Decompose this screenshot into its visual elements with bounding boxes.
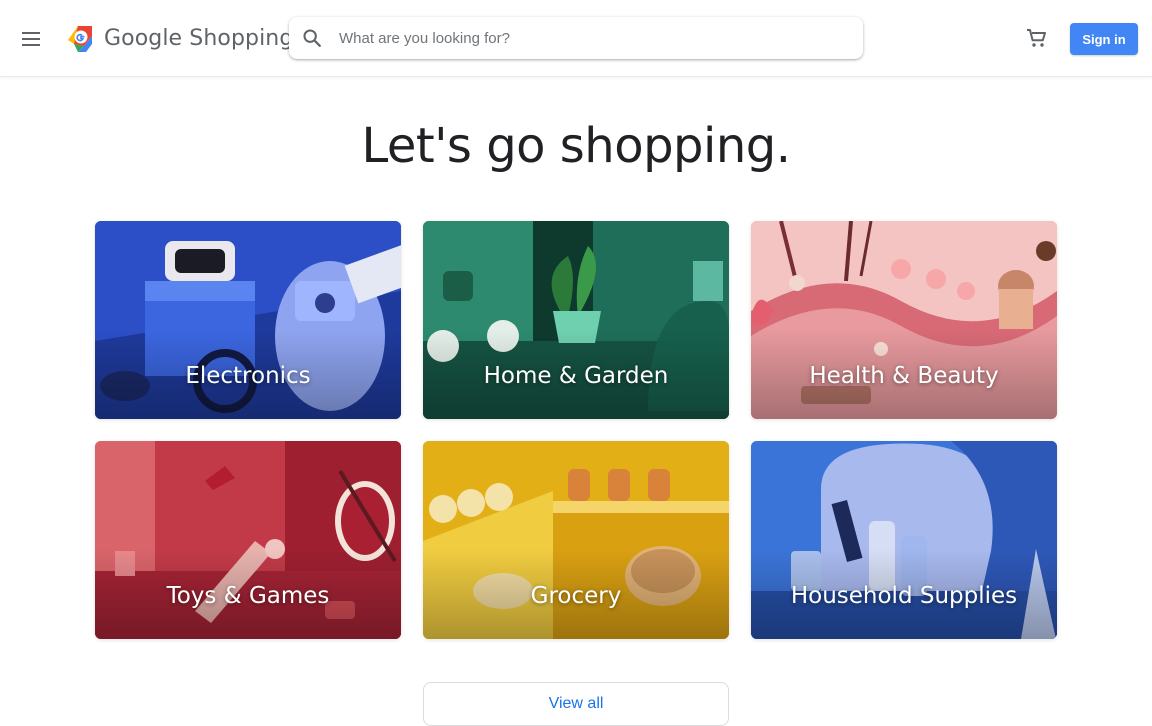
page-title: Let's go shopping. — [361, 118, 791, 174]
category-label: Toys & Games — [166, 583, 330, 609]
google-shopping-home-link[interactable]: Google Shopping — [64, 22, 293, 54]
top-app-bar: Google Shopping Sign in — [0, 0, 1152, 77]
hamburger-menu-icon — [22, 32, 40, 46]
category-card-grocery[interactable]: Grocery — [423, 441, 729, 639]
category-label: Electronics — [185, 363, 311, 389]
category-card-electronics[interactable]: Electronics — [95, 221, 401, 419]
sign-in-button[interactable]: Sign in — [1070, 23, 1138, 55]
category-label: Health & Beauty — [809, 363, 999, 389]
category-card-toys-games[interactable]: Toys & Games — [95, 441, 401, 639]
shopping-cart-icon — [1027, 29, 1046, 47]
main-menu-button[interactable] — [14, 21, 50, 57]
category-card-home-garden[interactable]: Home & Garden — [423, 221, 729, 419]
search-bar[interactable] — [289, 17, 863, 59]
category-label: Home & Garden — [483, 363, 669, 389]
view-all-button[interactable]: View all — [423, 682, 729, 726]
google-shopping-logo — [68, 26, 92, 52]
brand-name: Google Shopping — [104, 25, 294, 51]
category-label: Household Supplies — [790, 583, 1018, 609]
category-label: Grocery — [530, 583, 622, 609]
search-icon[interactable] — [301, 27, 323, 49]
shopping-cart-button[interactable] — [1021, 22, 1053, 54]
category-card-health-beauty[interactable]: Health & Beauty — [751, 221, 1057, 419]
category-card-household-supplies[interactable]: Household Supplies — [751, 441, 1057, 639]
search-input[interactable] — [337, 19, 863, 57]
